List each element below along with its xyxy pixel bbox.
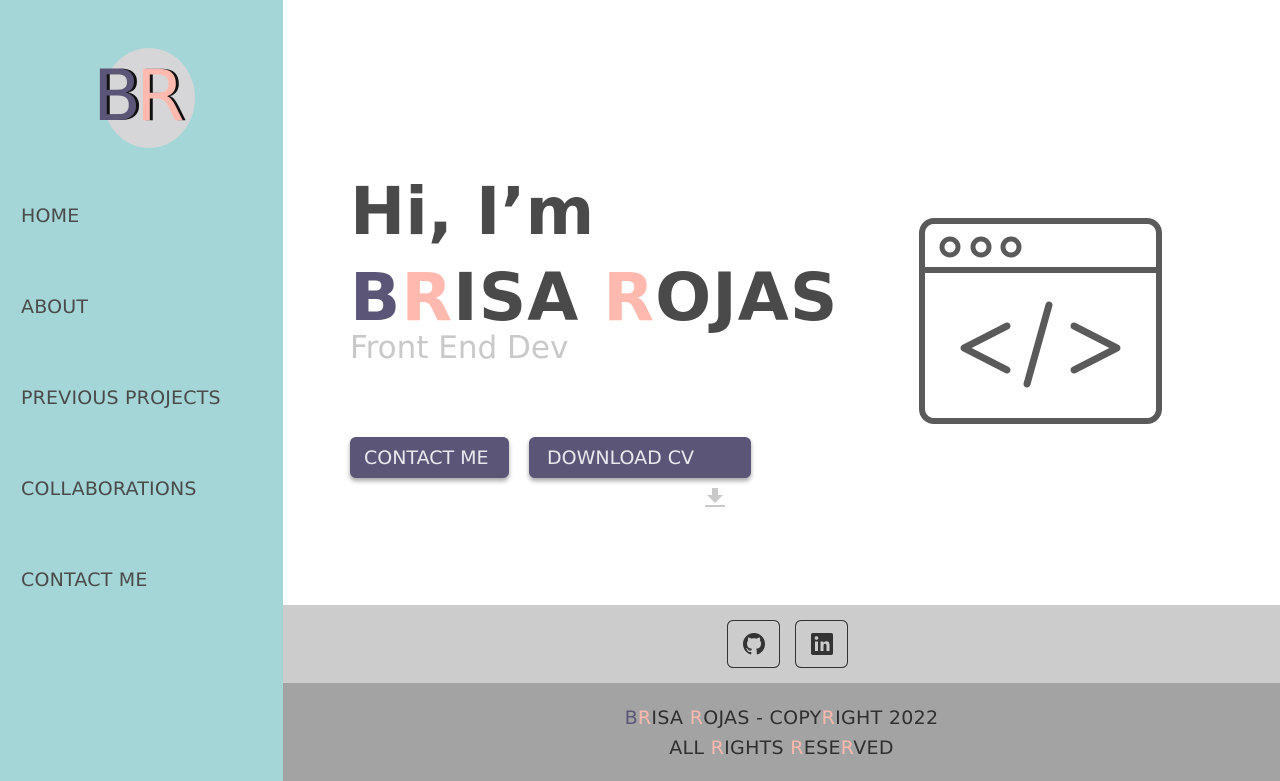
footer-reserved-r2: R <box>840 737 854 759</box>
footer-letter-r: R <box>637 707 652 729</box>
logo-letter-b: B <box>93 55 141 137</box>
logo-letter-r: R <box>136 55 185 137</box>
linkedin-icon <box>810 633 833 655</box>
contact-me-button[interactable]: CONTACT ME <box>350 437 509 478</box>
name-letter-r2: R <box>603 259 656 336</box>
sidebar: BR HOME ABOUT PREVIOUS PROJECTS COLLABOR… <box>0 0 283 781</box>
linkedin-button[interactable] <box>795 620 848 668</box>
nav-item-contact-me[interactable]: CONTACT ME <box>21 569 148 591</box>
footer-ved: VED <box>853 737 894 759</box>
nav-item-previous-projects[interactable]: PREVIOUS PROJECTS <box>21 387 221 409</box>
social-bar <box>283 605 1280 683</box>
nav-item-collaborations[interactable]: COLLABORATIONS <box>21 478 197 500</box>
github-icon <box>742 633 765 655</box>
hero-section: Hi, I’m BRISA ROJAS Front End Dev CONTAC… <box>283 0 1280 605</box>
name-ojas: OJAS <box>655 259 839 336</box>
footer: BRISA ROJAS - COPYRIGHT 2022 ALL RIGHTS … <box>283 683 1280 781</box>
footer-ight: IGHT 2022 <box>835 707 939 729</box>
logo[interactable]: BR <box>93 48 195 150</box>
download-icon[interactable] <box>704 486 726 508</box>
footer-ights: IGHTS <box>724 737 791 759</box>
footer-ojas-copy: OJAS - COPY <box>703 707 822 729</box>
logo-text: BR <box>93 54 185 138</box>
footer-isa: ISA <box>651 707 690 729</box>
footer-copyright: BRISA ROJAS - COPYRIGHT 2022 <box>283 707 1280 729</box>
footer-reserved-r: R <box>790 737 804 759</box>
footer-letter-b: B <box>624 707 638 729</box>
footer-all: ALL <box>669 737 711 759</box>
footer-letter-r2: R <box>689 707 704 729</box>
hero-subtitle: Front End Dev <box>350 330 569 366</box>
github-button[interactable] <box>727 620 780 668</box>
hero-greeting: Hi, I’m <box>350 173 595 250</box>
footer-rights-r: R <box>710 737 725 759</box>
footer-rights: ALL RIGHTS RESERVED <box>283 737 1280 759</box>
nav-item-home[interactable]: HOME <box>21 205 79 227</box>
name-letter-b: B <box>350 259 402 336</box>
footer-ese: ESE <box>803 737 841 759</box>
name-letter-r: R <box>401 259 454 336</box>
name-isa: ISA <box>453 259 604 336</box>
code-window-icon <box>919 218 1162 424</box>
nav-item-about[interactable]: ABOUT <box>21 296 88 318</box>
download-cv-button[interactable]: DOWNLOAD CV <box>529 437 751 478</box>
footer-letter-r3: R <box>821 707 836 729</box>
hero-name: BRISA ROJAS <box>350 258 838 338</box>
